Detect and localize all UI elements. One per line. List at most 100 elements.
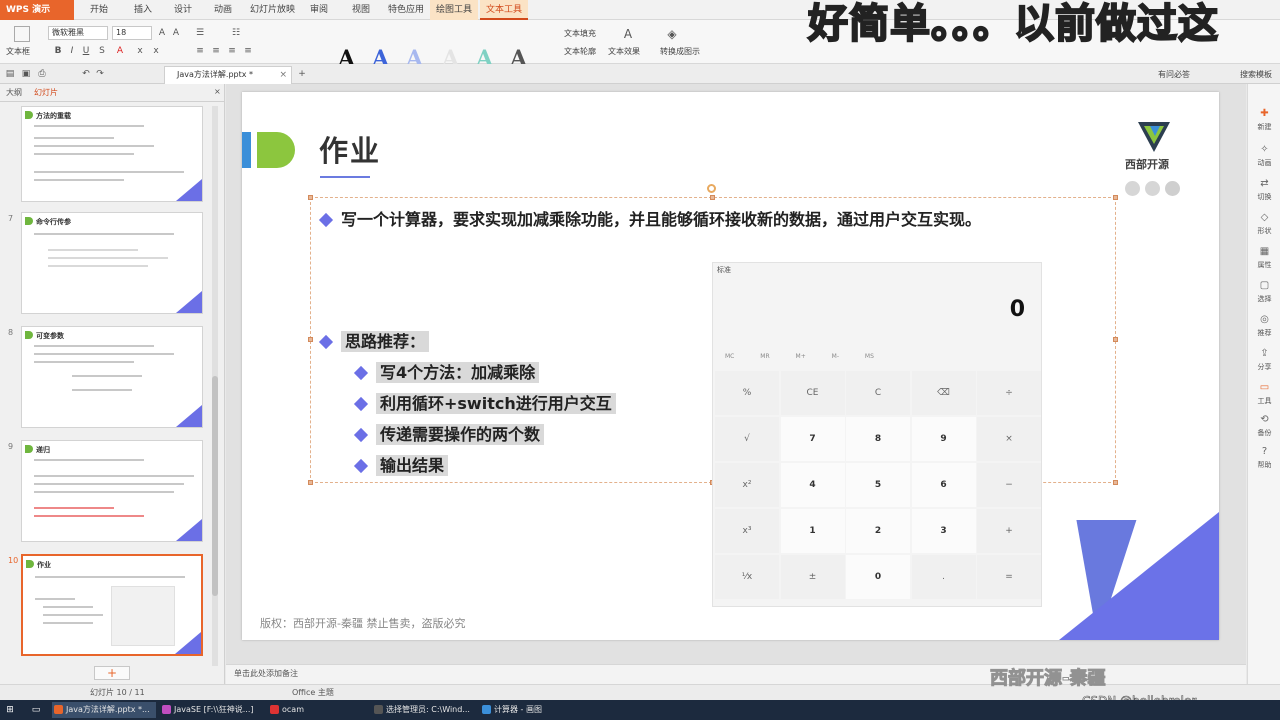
slide-thumb-9[interactable]: 递归	[21, 440, 203, 542]
rotate-handle[interactable]	[707, 184, 716, 193]
resize-handle[interactable]	[308, 480, 313, 485]
numbering-icon[interactable]: ☷	[230, 27, 242, 39]
bullets-icon[interactable]: ☰	[194, 27, 206, 39]
calculator-key[interactable]: +	[977, 509, 1041, 553]
sidebar-item-animation[interactable]: ✧ 动画	[1248, 144, 1280, 168]
subscript-icon[interactable]: x	[150, 45, 162, 57]
tab-animation[interactable]: 动画	[208, 0, 238, 20]
add-slide-button[interactable]: +	[94, 666, 130, 680]
smartart-icon[interactable]: ◈	[666, 28, 678, 40]
sidebar-item-help[interactable]: ? 帮助	[1248, 446, 1280, 470]
calculator-key[interactable]: 6	[911, 463, 976, 507]
calculator-key[interactable]: 0	[846, 555, 910, 599]
calculator-key[interactable]: x²	[715, 463, 779, 507]
tab-insert[interactable]: 插入	[128, 0, 158, 20]
align-right-icon[interactable]: ≡	[226, 45, 238, 57]
calculator-image[interactable]: 标准 0 MC MR M+ M- MS % CE C ⌫ ÷ √ 7 8 9 × x² 4 5 6− x³ 1…	[712, 262, 1042, 607]
sidebar-item-tools[interactable]: ▭ 工具	[1248, 382, 1280, 406]
calculator-key[interactable]: 8	[846, 417, 910, 461]
taskbar-item-ocam[interactable]: ocam	[268, 702, 368, 718]
calculator-key[interactable]: %	[715, 371, 779, 415]
bullet-thoughts[interactable]: 思路推荐：	[318, 331, 430, 352]
font-color-icon[interactable]: A	[114, 45, 126, 57]
text-fill-button[interactable]: 文本填充	[564, 28, 596, 39]
sidebar-item-select[interactable]: ▢ 选择	[1248, 280, 1280, 304]
task-view-icon[interactable]: ▭	[30, 704, 42, 716]
sub-bullet[interactable]: 写4个方法：加减乘除	[353, 362, 540, 383]
template-search-link[interactable]: 搜索模板	[1240, 69, 1272, 80]
taskbar-item-wps[interactable]: Java方法详解.pptx *...	[52, 702, 156, 718]
resize-handle[interactable]	[1113, 195, 1118, 200]
sub-bullet[interactable]: 输出结果	[353, 455, 449, 476]
slide-thumb-8[interactable]: 可变参数	[21, 326, 203, 428]
sidebar-item-recommend[interactable]: ◎ 推荐	[1248, 314, 1280, 338]
calculator-key[interactable]: 2	[846, 509, 910, 553]
slide-thumb-10[interactable]: 作业	[21, 554, 203, 656]
calculator-key[interactable]: −	[977, 463, 1041, 507]
taskbar-item-cmd[interactable]: 选择管理员: C:\Wind...	[372, 702, 476, 718]
tab-slideshow[interactable]: 幻灯片放映	[244, 0, 301, 20]
sidebar-item-backup[interactable]: ⟲ 备份	[1248, 414, 1280, 438]
convert-smartart-button[interactable]: 转换成图示	[660, 46, 700, 57]
undo-icon[interactable]: ↶	[80, 68, 92, 80]
resize-handle[interactable]	[308, 195, 313, 200]
font-name-select[interactable]: 微软雅黑	[48, 26, 108, 40]
tab-review[interactable]: 审阅	[304, 0, 334, 20]
calculator-key[interactable]: 9	[911, 417, 976, 461]
calculator-key[interactable]: 1	[780, 509, 845, 553]
calculator-key[interactable]: ×	[977, 417, 1041, 461]
document-tab[interactable]: Java方法详解.pptx * ×	[164, 66, 292, 84]
text-outline-button[interactable]: 文本轮廓	[564, 46, 596, 57]
taskbar-item-paint[interactable]: 计算器 - 画图	[480, 702, 590, 718]
help-link[interactable]: 有问必答	[1158, 69, 1190, 80]
superscript-icon[interactable]: x	[134, 45, 146, 57]
start-icon[interactable]: ⊞	[4, 704, 16, 716]
calculator-key[interactable]: √	[715, 417, 779, 461]
calculator-key[interactable]: x³	[715, 509, 779, 553]
slide-thumb-7[interactable]: 命令行传参	[21, 212, 203, 314]
calculator-key[interactable]: ÷	[977, 371, 1041, 415]
calculator-key[interactable]: =	[977, 555, 1041, 599]
calculator-key[interactable]: CE	[780, 371, 845, 415]
slide-title[interactable]: 作业	[319, 128, 381, 170]
shrink-font-icon[interactable]: A	[170, 27, 182, 39]
justify-icon[interactable]: ≡	[242, 45, 254, 57]
panel-scrollbar-thumb[interactable]	[212, 376, 218, 596]
slide-thumb-6[interactable]: 方法的重载	[21, 106, 203, 202]
text-effect-button[interactable]: 文本效果	[608, 46, 640, 57]
sub-bullet[interactable]: 传递需要操作的两个数	[353, 424, 545, 445]
bold-icon[interactable]: B	[52, 45, 64, 57]
tab-outline[interactable]: 大纲	[6, 87, 22, 98]
close-tab-icon[interactable]: ×	[279, 67, 287, 83]
calculator-key[interactable]: .	[911, 555, 976, 599]
open-icon[interactable]: ▤	[4, 68, 16, 80]
sidebar-item-share[interactable]: ⇪ 分享	[1248, 348, 1280, 372]
taskbar-item-ide[interactable]: JavaSE [F:\\狂神说...]	[160, 702, 264, 718]
strike-icon[interactable]: S	[96, 45, 108, 57]
align-left-icon[interactable]: ≡	[194, 45, 206, 57]
calculator-key[interactable]: 5	[846, 463, 910, 507]
tab-slides[interactable]: 幻灯片	[34, 87, 58, 98]
app-menu-button[interactable]: WPS 演示	[0, 0, 74, 20]
calculator-key[interactable]: ±	[780, 555, 845, 599]
font-size-select[interactable]: 18	[112, 26, 152, 40]
sidebar-item-properties[interactable]: ▦ 属性	[1248, 246, 1280, 270]
resize-handle[interactable]	[1113, 337, 1118, 342]
align-center-icon[interactable]: ≡	[210, 45, 222, 57]
sub-bullet[interactable]: 利用循环+switch进行用户交互	[353, 393, 616, 414]
tab-text-tools[interactable]: 文本工具	[480, 0, 529, 20]
print-icon[interactable]: ⎙	[36, 68, 48, 80]
tab-view[interactable]: 视图	[346, 0, 376, 20]
tab-drawing-tools[interactable]: 绘图工具	[430, 0, 479, 20]
textbox-icon[interactable]	[14, 26, 30, 42]
redo-icon[interactable]: ↷	[94, 68, 106, 80]
calculator-key[interactable]: 3	[911, 509, 976, 553]
sidebar-item-transition[interactable]: ⇄ 切换	[1248, 178, 1280, 202]
new-tab-icon[interactable]: +	[296, 68, 308, 80]
calculator-key[interactable]: 4	[780, 463, 845, 507]
bullet-main[interactable]: 写一个计算器，要求实现加减乘除功能，并且能够循环接收新的数据，通过用户交互实现。	[318, 210, 981, 230]
textbox-label[interactable]: 文本框	[6, 46, 30, 57]
text-direction-icon[interactable]: A	[622, 28, 634, 40]
sidebar-item-shape[interactable]: ◇ 形状	[1248, 212, 1280, 236]
resize-handle[interactable]	[1113, 480, 1118, 485]
